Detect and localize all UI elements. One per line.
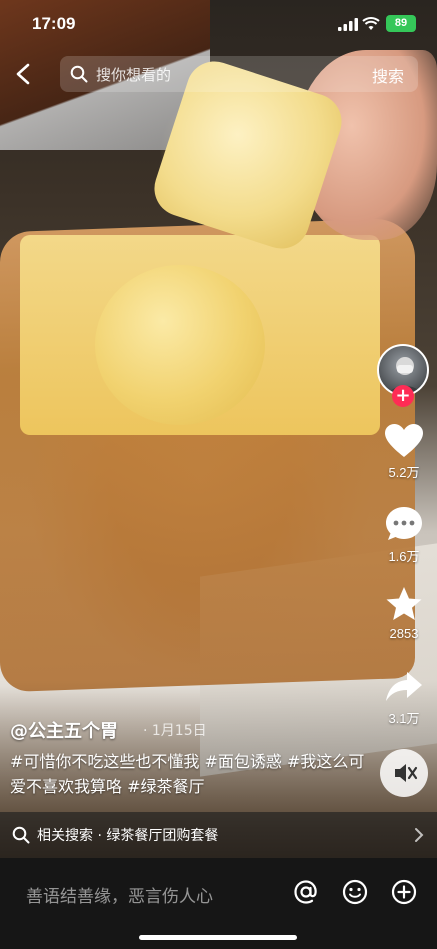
battery-indicator: 89 xyxy=(386,15,416,32)
author-name[interactable]: @公主五个胃 xyxy=(10,717,118,743)
related-search-label: 相关搜索 · 绿茶餐厅团购套餐 xyxy=(37,828,219,844)
post-caption[interactable]: #可惜你不吃这些也不懂我 #面包诱惑 #我这么可爱不喜欢我算咯 #绿茶餐厅 xyxy=(10,749,370,799)
comment-count: 1.6万 xyxy=(388,549,420,564)
comment-button[interactable]: 1.6万 xyxy=(374,506,434,565)
signal-icon xyxy=(338,18,358,31)
star-icon xyxy=(386,587,422,620)
like-button[interactable]: 5.2万 xyxy=(374,424,434,481)
post-date: · 1月15日 xyxy=(143,723,207,739)
home-indicator[interactable] xyxy=(139,935,297,940)
search-icon xyxy=(12,826,30,844)
like-count: 5.2万 xyxy=(388,465,420,480)
search-button[interactable]: 搜索 xyxy=(372,63,404,87)
search-input[interactable]: 搜你想看的 搜索 xyxy=(60,56,418,92)
heart-icon xyxy=(385,424,423,457)
share-button[interactable]: 3.1万 xyxy=(374,670,434,727)
share-arrow-icon xyxy=(386,672,422,701)
share-count: 3.1万 xyxy=(388,711,420,726)
follow-button[interactable]: + xyxy=(392,385,414,407)
comment-input[interactable]: 善语结善缘，恶言伤人心 xyxy=(26,882,213,907)
at-sign-icon[interactable] xyxy=(292,878,320,906)
chevron-right-icon xyxy=(415,828,424,842)
plus-circle-icon[interactable] xyxy=(390,878,418,906)
search-placeholder: 搜你想看的 xyxy=(96,66,172,84)
ice-cream-scoop xyxy=(95,265,265,425)
back-arrow-icon[interactable] xyxy=(10,60,38,88)
status-time: 17:09 xyxy=(32,14,76,33)
related-search-bar[interactable]: 相关搜索 · 绿茶餐厅团购套餐 xyxy=(0,812,437,858)
emoji-icon[interactable] xyxy=(341,878,369,906)
favorite-button[interactable]: 2853 xyxy=(374,586,434,641)
wifi-icon xyxy=(362,17,380,30)
comment-bubble-icon xyxy=(386,507,422,540)
mute-button[interactable] xyxy=(380,749,428,797)
favorite-count: 2853 xyxy=(389,626,419,641)
search-icon xyxy=(70,65,88,83)
status-bar: 17:09 89 xyxy=(0,0,437,48)
speaker-muted-icon xyxy=(395,764,418,782)
